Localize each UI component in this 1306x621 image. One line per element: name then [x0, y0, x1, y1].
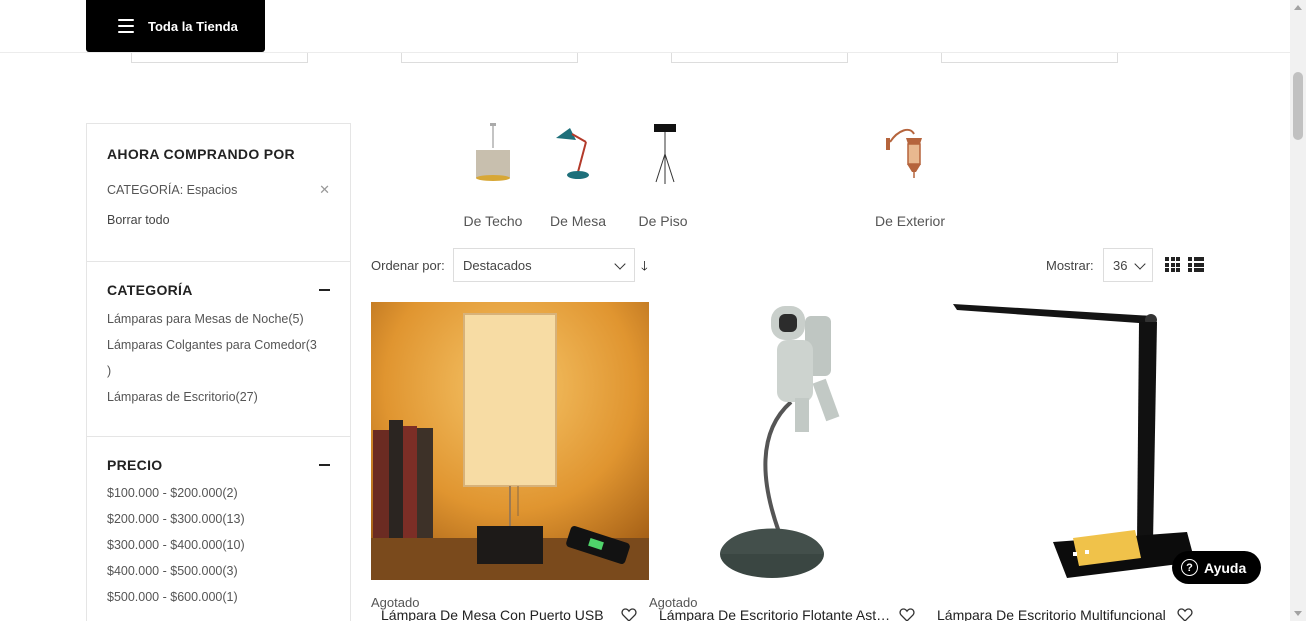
product-title[interactable]: Lámpara De Escritorio Flotante Astronaut…	[659, 607, 894, 621]
limiter-select-value: 36	[1113, 257, 1128, 273]
chevron-down-icon	[614, 258, 626, 270]
help-label: Ayuda	[1204, 559, 1247, 576]
top-bar: Toda la Tienda	[0, 0, 1290, 53]
chevron-down-icon	[1134, 258, 1146, 270]
product-image-led-desk-lamp[interactable]	[927, 302, 1205, 580]
all-store-menu-button[interactable]: Toda la Tienda	[86, 0, 265, 52]
product-image-table-lamp[interactable]	[371, 302, 649, 580]
nav-box	[401, 53, 578, 63]
category-item[interactable]: )	[107, 358, 330, 384]
category-de-techo[interactable]: De Techo	[461, 120, 525, 229]
nav-box	[671, 53, 848, 63]
pendant-lamp-icon	[463, 120, 523, 190]
wall-lantern-icon	[880, 120, 940, 190]
category-title[interactable]: CATEGORÍA	[107, 282, 330, 298]
category-section: CATEGORÍA Lámparas para Mesas de Noche(5…	[87, 262, 350, 437]
price-item[interactable]: $400.000 - $500.000(3)	[107, 558, 330, 584]
grid-view-icon[interactable]	[1165, 257, 1181, 272]
nav-box	[131, 53, 308, 63]
category-item[interactable]: Lámparas de Escritorio(27)	[107, 384, 330, 410]
scroll-down-icon[interactable]	[1294, 611, 1302, 616]
show-label: Mostrar:	[1046, 258, 1094, 273]
category-de-exterior[interactable]: De Exterior	[872, 120, 948, 229]
page-scrollbar[interactable]	[1290, 0, 1306, 621]
product-title[interactable]: Lámpara De Escritorio Multifuncional	[937, 607, 1172, 621]
scroll-up-icon[interactable]	[1294, 5, 1302, 10]
product-card: Agotado Lámpara De Escritorio Flotante A…	[649, 302, 927, 621]
shopping-by-title: AHORA COMPRANDO POR	[107, 146, 295, 162]
wishlist-heart-icon[interactable]	[621, 607, 637, 621]
price-section: PRECIO $100.000 - $200.000(2) $200.000 -…	[87, 437, 350, 621]
collapse-icon[interactable]	[319, 289, 330, 291]
wishlist-heart-icon[interactable]	[899, 607, 915, 621]
category-name: De Piso	[638, 213, 688, 229]
sort-label: Ordenar por:	[371, 258, 445, 273]
active-filter-label: CATEGORÍA: Espacios	[107, 183, 238, 197]
wishlist-heart-icon[interactable]	[1177, 607, 1193, 621]
limiter-select[interactable]: 36	[1103, 248, 1153, 282]
category-name: De Exterior	[874, 213, 946, 229]
floor-lamp-icon	[636, 120, 696, 190]
scrollbar-thumb[interactable]	[1293, 72, 1303, 140]
desk-lamp-icon	[548, 120, 608, 190]
category-de-mesa[interactable]: De Mesa	[547, 120, 609, 229]
product-card: Lámpara De Escritorio Multifuncional	[927, 302, 1205, 621]
hamburger-icon	[118, 19, 134, 33]
product-card: Agotado Lámpara De Mesa Con Puerto USB	[371, 302, 649, 621]
shopping-by-section: AHORA COMPRANDO POR CATEGORÍA: Espacios …	[87, 124, 350, 262]
product-title[interactable]: Lámpara De Mesa Con Puerto USB	[381, 607, 616, 621]
active-filter: CATEGORÍA: Espacios ✕	[107, 182, 330, 198]
sort-select[interactable]: Destacados	[453, 248, 635, 282]
category-item[interactable]: Lámparas para Mesas de Noche(5)	[107, 306, 330, 332]
price-title[interactable]: PRECIO	[107, 457, 330, 473]
arrow-down-icon[interactable]: 🡓	[641, 257, 648, 279]
price-item[interactable]: $200.000 - $300.000(13)	[107, 506, 330, 532]
all-store-label: Toda la Tienda	[148, 18, 238, 34]
sort-select-value: Destacados	[463, 257, 532, 273]
price-item[interactable]: $100.000 - $200.000(2)	[107, 480, 330, 506]
clear-all-link[interactable]: Borrar todo	[107, 213, 330, 227]
help-button[interactable]: ? Ayuda	[1172, 551, 1261, 584]
price-item[interactable]: $300.000 - $400.000(10)	[107, 532, 330, 558]
category-name: De Techo	[463, 213, 523, 229]
category-name: De Mesa	[549, 213, 607, 229]
list-view-icon[interactable]	[1188, 257, 1204, 272]
collapse-icon[interactable]	[319, 464, 330, 466]
filter-sidebar: AHORA COMPRANDO POR CATEGORÍA: Espacios …	[86, 123, 351, 621]
remove-filter-icon[interactable]: ✕	[319, 182, 330, 198]
product-image-astronaut-lamp[interactable]	[649, 302, 927, 580]
price-item[interactable]: $500.000 - $600.000(1)	[107, 584, 330, 610]
category-item[interactable]: Lámparas Colgantes para Comedor(3	[107, 332, 330, 358]
category-de-piso[interactable]: De Piso	[636, 120, 690, 229]
question-icon: ?	[1181, 559, 1198, 576]
nav-box	[941, 53, 1118, 63]
